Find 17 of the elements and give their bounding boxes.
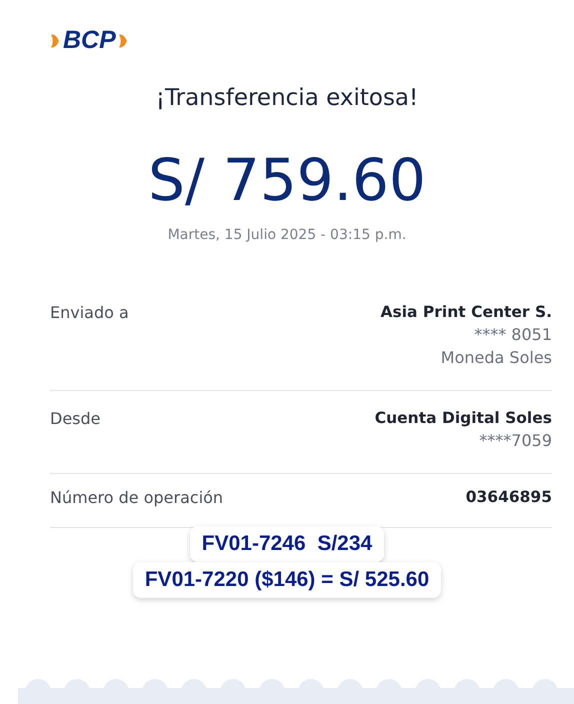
detail-value: Cuenta Digital Soles (374, 408, 552, 427)
detail-value: 03646895 (466, 488, 552, 506)
detail-value: Moneda Soles (440, 348, 552, 367)
note-label: FV01-7246 S/234 (190, 526, 384, 562)
success-title: ¡Transferencia exitosa! (154, 85, 420, 111)
detail-label: Desde (50, 408, 100, 430)
amount: S/ 759.60 (147, 149, 427, 213)
chevron-icon (118, 32, 129, 50)
detail-value: Asia Print Center S. (380, 302, 552, 321)
detail-value: **** 8051 (474, 324, 552, 344)
date-time: Martes, 15 Julio 2025 - 03:15 p.m. (166, 226, 408, 243)
detail-label: Enviado a (50, 302, 129, 324)
note-label: FV01-7220 ($146) = S/ 525.60 (132, 562, 442, 598)
detail-value: ****7059 (479, 430, 552, 450)
bank-logo: BCP (50, 26, 129, 55)
chevron-icon (50, 32, 61, 50)
detail-label: Número de operación (50, 488, 224, 507)
